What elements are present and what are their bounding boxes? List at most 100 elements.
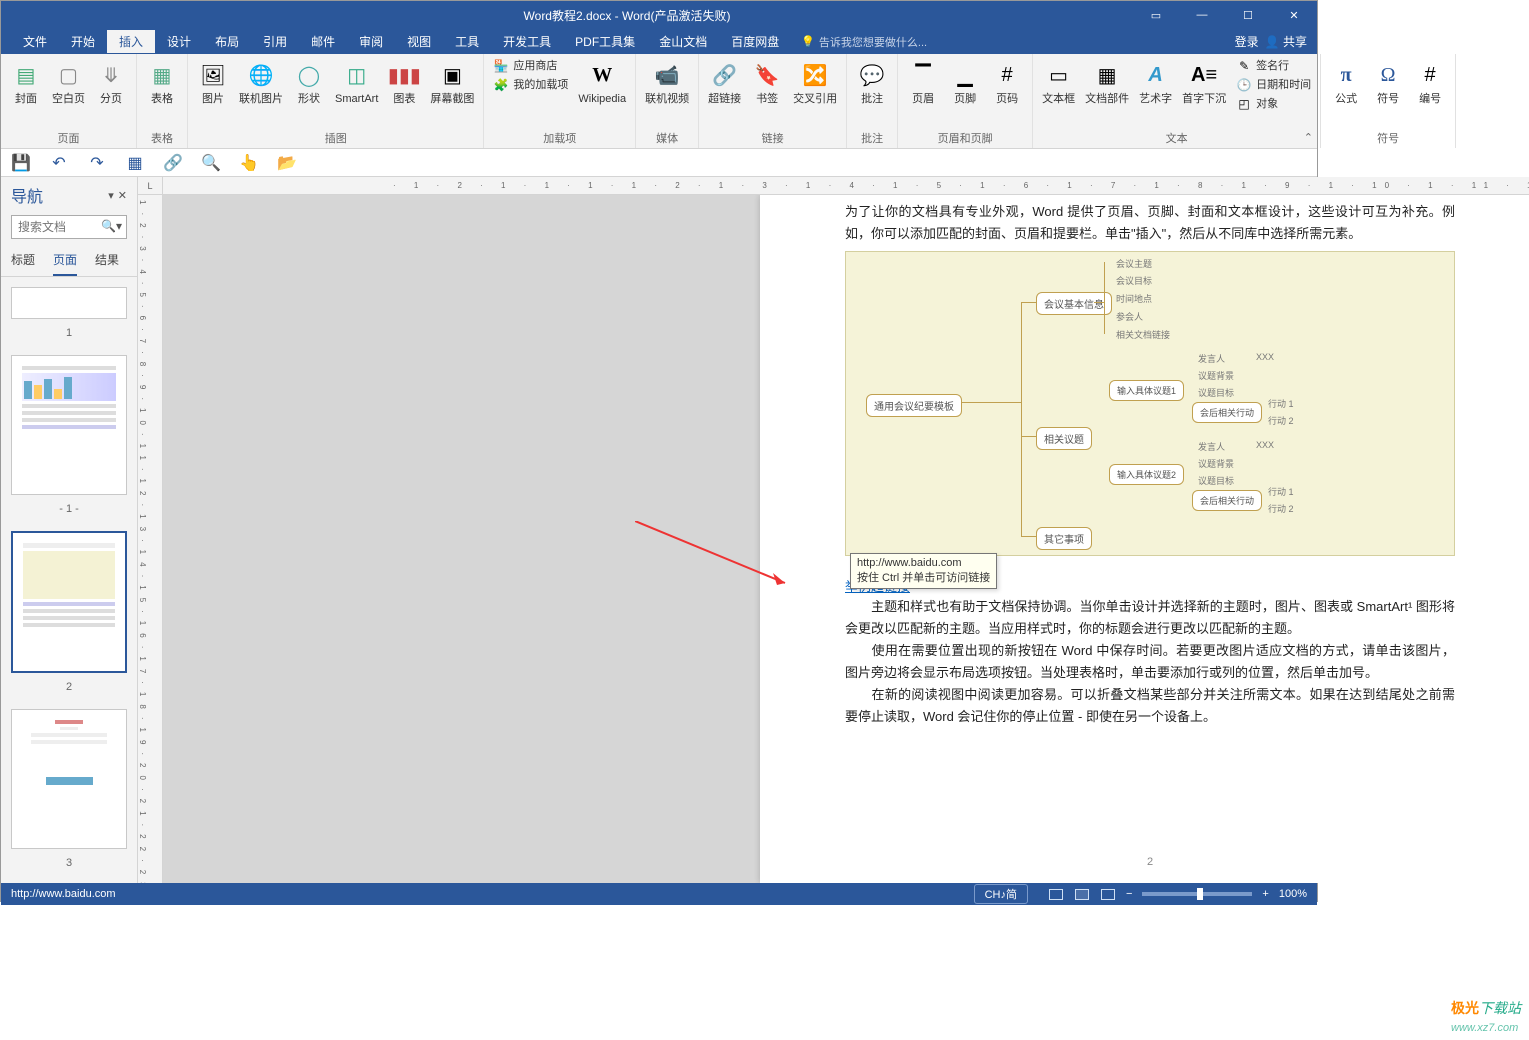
ruler-corner[interactable]: L: [138, 177, 163, 195]
header-button[interactable]: ▔页眉: [903, 57, 943, 107]
menu-view[interactable]: 视图: [395, 30, 443, 53]
cover-page-button[interactable]: ▤封面: [6, 57, 46, 107]
nav-options[interactable]: ▾: [108, 189, 114, 202]
footer-button[interactable]: ▁页脚: [945, 57, 985, 107]
close-button[interactable]: ✕: [1271, 1, 1317, 29]
datetime-button[interactable]: 🕒日期和时间: [1232, 76, 1315, 94]
online-pic-icon: 🌐: [245, 59, 277, 91]
zoom-in-button[interactable]: +: [1262, 888, 1268, 900]
vertical-ruler[interactable]: 1·2·3·4·5·6·7·8·9·10·11·12·13·14·15·16·1…: [138, 195, 163, 883]
table-icon: ▦: [146, 59, 178, 91]
video-button[interactable]: 📹联机视频: [641, 57, 693, 107]
qat-view-button[interactable]: ▦: [125, 153, 145, 173]
wordart-button[interactable]: A艺术字: [1135, 57, 1176, 107]
table-button[interactable]: ▦表格: [142, 57, 182, 107]
collapse-ribbon-button[interactable]: ⌃: [1304, 131, 1313, 144]
equation-button[interactable]: π公式: [1326, 57, 1366, 107]
thumb-page-3[interactable]: [11, 709, 127, 849]
menu-baidu[interactable]: 百度网盘: [719, 30, 791, 53]
comment-icon: 💬: [856, 59, 888, 91]
comment-button[interactable]: 💬批注: [852, 57, 892, 107]
view-print-button[interactable]: [1075, 889, 1089, 900]
smartart-button[interactable]: ◫SmartArt: [331, 57, 382, 107]
textbox-icon: ▭: [1043, 59, 1075, 91]
menu-pdf[interactable]: PDF工具集: [563, 30, 647, 53]
minimize-button[interactable]: —: [1179, 1, 1225, 29]
menu-ref[interactable]: 引用: [251, 30, 299, 53]
page-break-button[interactable]: ⤋分页: [91, 57, 131, 107]
shapes-button[interactable]: ◯形状: [289, 57, 329, 107]
d-n3: 其它事项: [1036, 527, 1092, 550]
dropcap-icon: A≡: [1188, 59, 1220, 91]
page: 为了让你的文档具有专业外观，Word 提供了页眉、页脚、封面和文本框设计，这些设…: [760, 195, 1529, 883]
menu-mail[interactable]: 邮件: [299, 30, 347, 53]
thumb-page-1[interactable]: [11, 287, 127, 319]
save-button[interactable]: 💾: [11, 153, 31, 173]
maximize-button[interactable]: ☐: [1225, 1, 1271, 29]
pagenum-button[interactable]: #页码: [987, 57, 1027, 107]
symbol-button[interactable]: Ω符号: [1368, 57, 1408, 107]
group-addins: 加载项: [489, 128, 630, 148]
zoom-level[interactable]: 100%: [1279, 888, 1307, 900]
horizontal-ruler[interactable]: · 1 · 2 · 1 · 1 · 1 · 1 · 2 · 1 · 3 · 1 …: [163, 177, 1529, 195]
tab-pages[interactable]: 页面: [53, 247, 77, 276]
break-icon: ⤋: [95, 59, 127, 91]
dropcap-button[interactable]: A≡首字下沉: [1178, 57, 1230, 107]
number-button[interactable]: #编号: [1410, 57, 1450, 107]
thumb-page-1b[interactable]: [11, 355, 127, 495]
undo-button[interactable]: ↶: [49, 153, 69, 173]
menu-insert[interactable]: 插入: [107, 30, 155, 53]
qat-open-button[interactable]: 📂: [277, 153, 297, 173]
redo-button[interactable]: ↷: [87, 153, 107, 173]
menu-jinshan[interactable]: 金山文档: [647, 30, 719, 53]
menu-home[interactable]: 开始: [59, 30, 107, 53]
qat-find-button[interactable]: 🔍: [201, 153, 221, 173]
search-icon[interactable]: 🔍▾: [101, 219, 122, 233]
d-n1: 会议基本信息: [1036, 292, 1112, 315]
textbox-button[interactable]: ▭文本框: [1038, 57, 1079, 107]
tell-me[interactable]: 💡告诉我您想要做什么...: [801, 34, 927, 50]
menu-review[interactable]: 审阅: [347, 30, 395, 53]
hyperlink-button[interactable]: 🔗超链接: [704, 57, 745, 107]
object-button[interactable]: ◰对象: [1232, 95, 1315, 113]
menu-file[interactable]: 文件: [11, 30, 59, 53]
thumb-page-2[interactable]: [11, 531, 127, 673]
menu-tools[interactable]: 工具: [443, 30, 491, 53]
picture-icon: 🖼: [197, 59, 229, 91]
tab-results[interactable]: 结果: [95, 247, 119, 276]
group-pages: 页面: [6, 128, 131, 148]
qat-touch-button[interactable]: 👆: [239, 153, 259, 173]
parts-button[interactable]: ▦文档部件: [1081, 57, 1133, 107]
online-picture-button[interactable]: 🌐联机图片: [235, 57, 287, 107]
picture-button[interactable]: 🖼图片: [193, 57, 233, 107]
blank-page-button[interactable]: ▢空白页: [48, 57, 89, 107]
window-title: Word教程2.docx - Word(产品激活失败): [121, 7, 1133, 24]
tab-headings[interactable]: 标题: [11, 247, 35, 276]
zoom-slider[interactable]: [1142, 892, 1252, 896]
bulb-icon: 💡: [801, 35, 815, 48]
document-area[interactable]: 为了让你的文档具有专业外观，Word 提供了页眉、页脚、封面和文本框设计，这些设…: [163, 195, 1529, 883]
menu-layout[interactable]: 布局: [203, 30, 251, 53]
watermark: 极光下载站 www.xz7.com: [1451, 998, 1521, 1034]
share-link[interactable]: 👤 共享: [1265, 33, 1307, 50]
myaddins-button[interactable]: 🧩我的加载项: [489, 76, 572, 94]
nav-close-button[interactable]: ✕: [118, 189, 127, 202]
ime-indicator[interactable]: CH♪简: [974, 884, 1028, 904]
screenshot-button[interactable]: ▣屏幕截图: [426, 57, 478, 107]
zoom-out-button[interactable]: −: [1126, 888, 1132, 900]
qat-link-button[interactable]: 🔗: [163, 153, 183, 173]
view-web-button[interactable]: [1101, 889, 1115, 900]
wikipedia-button[interactable]: WWikipedia: [574, 57, 630, 107]
login-link[interactable]: 登录: [1235, 33, 1259, 50]
ribbon-options-icon[interactable]: ▭: [1133, 1, 1179, 29]
chart-button[interactable]: ▮▮▮图表: [384, 57, 424, 107]
menu-design[interactable]: 设计: [155, 30, 203, 53]
menu-dev[interactable]: 开发工具: [491, 30, 563, 53]
crossref-button[interactable]: 🔀交叉引用: [789, 57, 841, 107]
sig-button[interactable]: ✎签名行: [1232, 57, 1315, 75]
bookmark-button[interactable]: 🔖书签: [747, 57, 787, 107]
store-button[interactable]: 🏪应用商店: [489, 57, 572, 75]
page-number: 2: [760, 856, 1529, 868]
view-read-button[interactable]: [1049, 889, 1063, 900]
group-hf: 页眉和页脚: [903, 128, 1027, 148]
